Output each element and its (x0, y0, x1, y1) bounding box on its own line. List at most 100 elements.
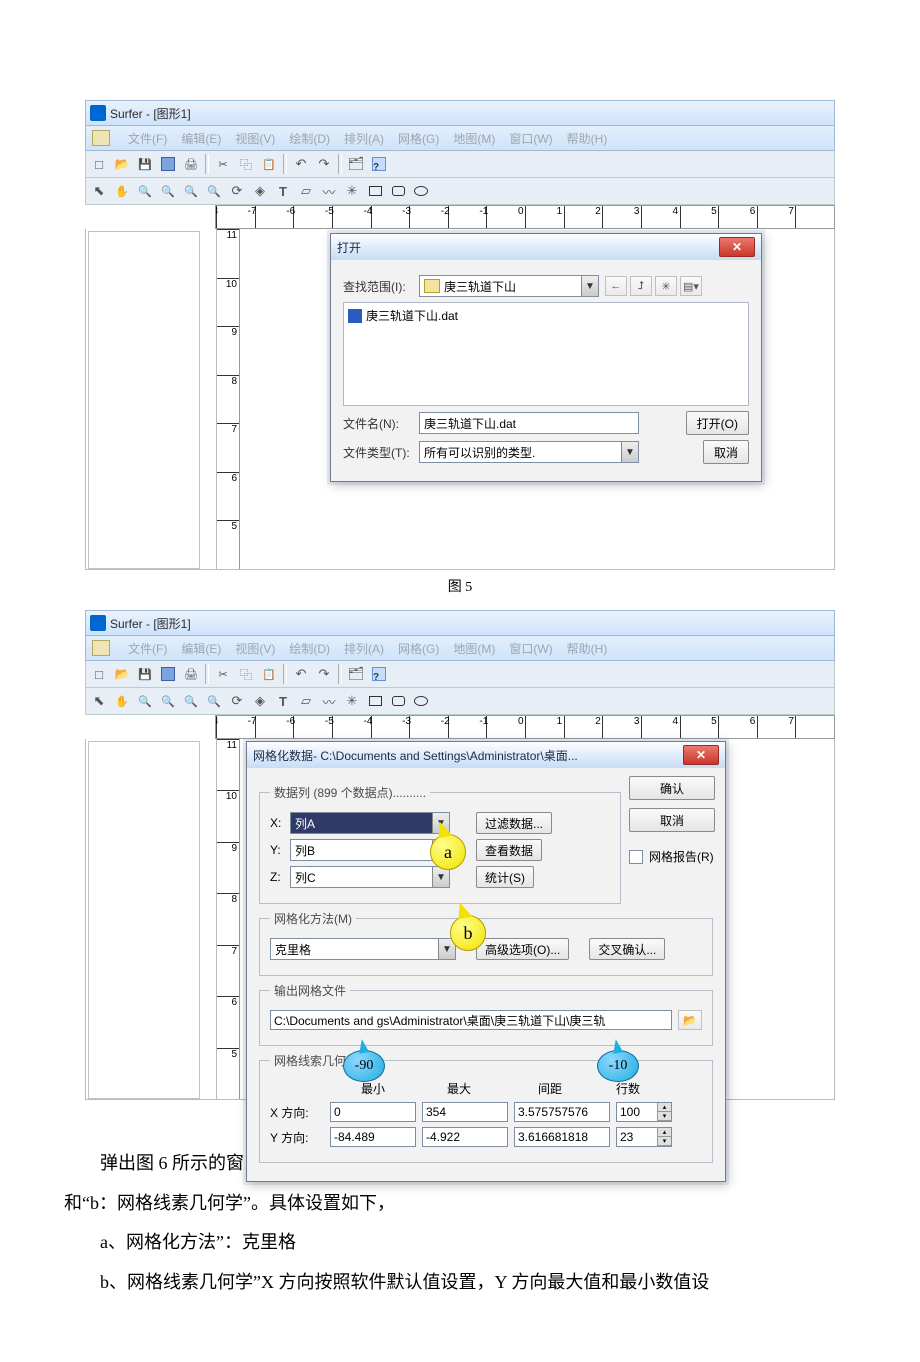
rounded-rect-icon[interactable] (389, 692, 407, 710)
menu-draw[interactable]: 绘制(D) (289, 130, 330, 147)
object-manager-icon[interactable]: 🗂 (347, 665, 365, 683)
x-step-input[interactable]: 3.575757576 (514, 1102, 610, 1122)
object-manager-icon[interactable]: 🗂 (347, 155, 365, 173)
ellipse-icon[interactable] (412, 182, 430, 200)
chevron-down-icon[interactable]: ▼ (432, 867, 449, 887)
new-folder-icon[interactable]: ✳ (655, 276, 677, 296)
y-column-combo[interactable]: 列B▼ (290, 839, 450, 861)
rotate-icon[interactable]: ◈ (251, 182, 269, 200)
menu-bar[interactable]: 文件(F) 编辑(E) 视图(V) 绘制(D) 排列(A) 网格(G) 地图(M… (85, 636, 835, 661)
undo-icon[interactable] (292, 155, 310, 173)
y-max-input[interactable]: -4.922 (422, 1127, 508, 1147)
zoom-rect-icon[interactable] (182, 182, 200, 200)
close-icon[interactable]: ✕ (719, 237, 755, 257)
copy-icon[interactable] (237, 665, 255, 683)
x-n-spin[interactable]: 100▴▾ (616, 1102, 672, 1122)
y-n-spin[interactable]: 23▴▾ (616, 1127, 672, 1147)
view-menu-icon[interactable]: ▤▾ (680, 276, 702, 296)
polyline-icon[interactable] (320, 692, 338, 710)
lookin-combo[interactable]: 庚三轨道下山 ▼ (419, 275, 599, 297)
text-icon[interactable] (274, 692, 292, 710)
drawing-canvas[interactable]: 打开 ✕ 查找范围(I): 庚三轨道下山 ▼ ← ⮥ (240, 229, 834, 569)
rounded-rect-icon[interactable] (389, 182, 407, 200)
x-min-input[interactable]: 0 (330, 1102, 416, 1122)
file-list[interactable]: 庚三轨道下山.dat (343, 302, 749, 406)
gridding-method-combo[interactable]: 克里格▼ (270, 938, 456, 960)
reshape-icon[interactable]: ⟳ (228, 692, 246, 710)
advanced-options-button[interactable]: 高级选项(O)... (476, 938, 569, 960)
rectangle-icon[interactable] (366, 692, 384, 710)
ellipse-icon[interactable] (412, 692, 430, 710)
menu-edit[interactable]: 编辑(E) (181, 130, 221, 147)
chevron-down-icon[interactable]: ▼ (621, 442, 638, 462)
browse-icon[interactable]: 📂 (678, 1010, 702, 1030)
rotate-icon[interactable]: ◈ (251, 692, 269, 710)
menu-view[interactable]: 视图(V) (235, 130, 275, 147)
zoom-fit-icon[interactable] (205, 182, 223, 200)
menu-view[interactable]: 视图(V) (235, 640, 275, 657)
cross-validate-button[interactable]: 交叉确认... (589, 938, 665, 960)
rectangle-icon[interactable] (366, 182, 384, 200)
z-column-combo[interactable]: 列C▼ (290, 866, 450, 888)
menu-arrange[interactable]: 排列(A) (344, 130, 384, 147)
zoom-in-icon[interactable] (136, 692, 154, 710)
open-icon[interactable] (113, 155, 131, 173)
grid-report-checkbox[interactable] (629, 850, 643, 864)
new-icon[interactable] (90, 155, 108, 173)
zoom-out-icon[interactable] (159, 692, 177, 710)
symbol-icon[interactable] (343, 182, 361, 200)
menu-window[interactable]: 窗口(W) (509, 130, 552, 147)
context-help-icon[interactable] (370, 155, 388, 173)
redo-icon[interactable] (315, 155, 333, 173)
pan-icon[interactable] (113, 182, 131, 200)
menu-window[interactable]: 窗口(W) (509, 640, 552, 657)
menu-grid[interactable]: 网格(G) (398, 130, 439, 147)
menu-edit[interactable]: 编辑(E) (181, 640, 221, 657)
menu-map[interactable]: 地图(M) (453, 640, 495, 657)
menu-arrange[interactable]: 排列(A) (344, 640, 384, 657)
filename-input[interactable]: 庚三轨道下山.dat (419, 412, 639, 434)
up-folder-icon[interactable]: ⮥ (630, 276, 652, 296)
menu-draw[interactable]: 绘制(D) (289, 640, 330, 657)
new-icon[interactable] (90, 665, 108, 683)
chevron-down-icon[interactable]: ▼ (581, 276, 598, 296)
cancel-button[interactable]: 取消 (629, 808, 715, 832)
spreadsheet-icon[interactable] (159, 155, 177, 173)
filter-data-button[interactable]: 过滤数据... (476, 812, 552, 834)
cut-icon[interactable] (214, 665, 232, 683)
open-button[interactable]: 打开(O) (686, 411, 749, 435)
polygon-icon[interactable] (297, 182, 315, 200)
pan-icon[interactable] (113, 692, 131, 710)
polygon-icon[interactable] (297, 692, 315, 710)
x-column-combo[interactable]: 列A▼ (290, 812, 450, 834)
menu-map[interactable]: 地图(M) (453, 130, 495, 147)
polyline-icon[interactable] (320, 182, 338, 200)
zoom-fit-icon[interactable] (205, 692, 223, 710)
ok-button[interactable]: 确认 (629, 776, 715, 800)
close-icon[interactable]: ✕ (683, 745, 719, 765)
redo-icon[interactable] (315, 665, 333, 683)
paste-icon[interactable] (260, 155, 278, 173)
copy-icon[interactable] (237, 155, 255, 173)
output-file-input[interactable]: C:\Documents and gs\Administrator\桌面\庚三轨… (270, 1010, 672, 1030)
undo-icon[interactable] (292, 665, 310, 683)
text-icon[interactable] (274, 182, 292, 200)
pointer-icon[interactable]: ⬉ (90, 692, 108, 710)
menu-file[interactable]: 文件(F) (128, 640, 167, 657)
symbol-icon[interactable] (343, 692, 361, 710)
file-list-item[interactable]: 庚三轨道下山.dat (348, 307, 548, 324)
filetype-combo[interactable]: 所有可以识别的类型.▼ (419, 441, 639, 463)
view-data-button[interactable]: 查看数据 (476, 839, 542, 861)
drawing-canvas[interactable]: 网格化数据- C:\Documents and Settings\Adminis… (240, 739, 834, 1099)
y-step-input[interactable]: 3.616681818 (514, 1127, 610, 1147)
print-icon[interactable] (182, 665, 200, 683)
y-min-input[interactable]: -84.489 (330, 1127, 416, 1147)
zoom-rect-icon[interactable] (182, 692, 200, 710)
menu-help[interactable]: 帮助(H) (567, 130, 608, 147)
save-icon[interactable] (136, 155, 154, 173)
menu-file[interactable]: 文件(F) (128, 130, 167, 147)
statistics-button[interactable]: 统计(S) (476, 866, 534, 888)
cancel-button[interactable]: 取消 (703, 440, 749, 464)
open-icon[interactable] (113, 665, 131, 683)
paste-icon[interactable] (260, 665, 278, 683)
